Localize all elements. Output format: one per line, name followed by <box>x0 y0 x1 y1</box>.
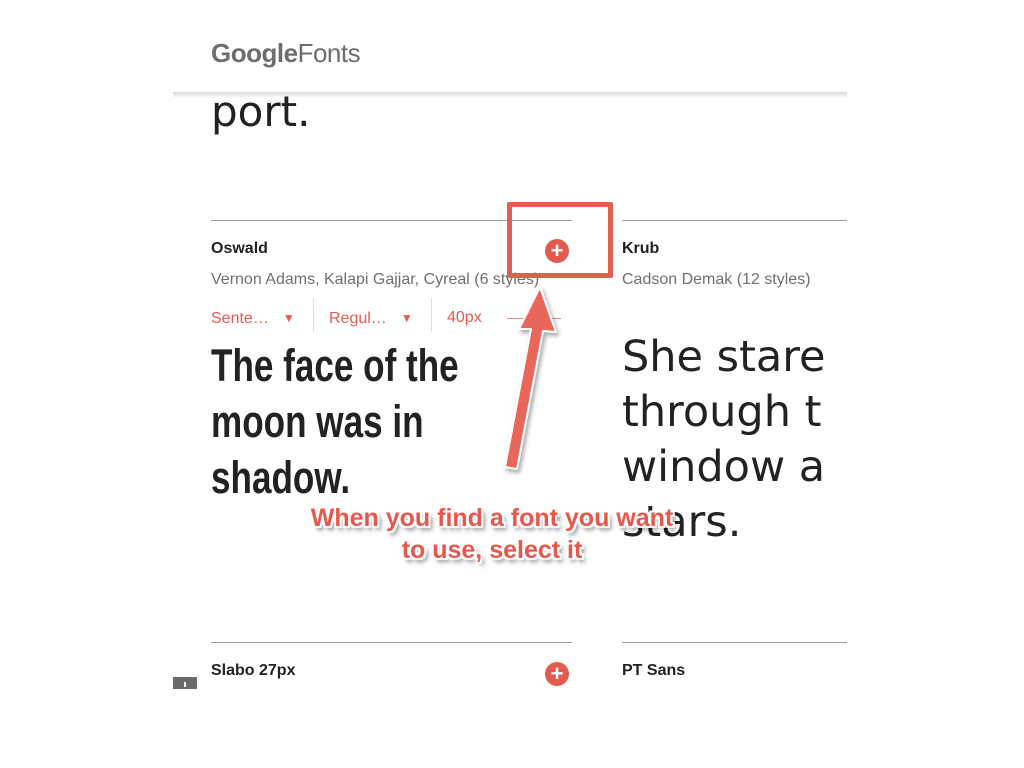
annotation-line: When you find a font you want <box>310 504 674 532</box>
annotation-arrow <box>504 286 557 470</box>
annotation-line: to use, select it <box>401 536 583 564</box>
annotation-callout: When you find a font you want to use, se… <box>262 502 722 566</box>
